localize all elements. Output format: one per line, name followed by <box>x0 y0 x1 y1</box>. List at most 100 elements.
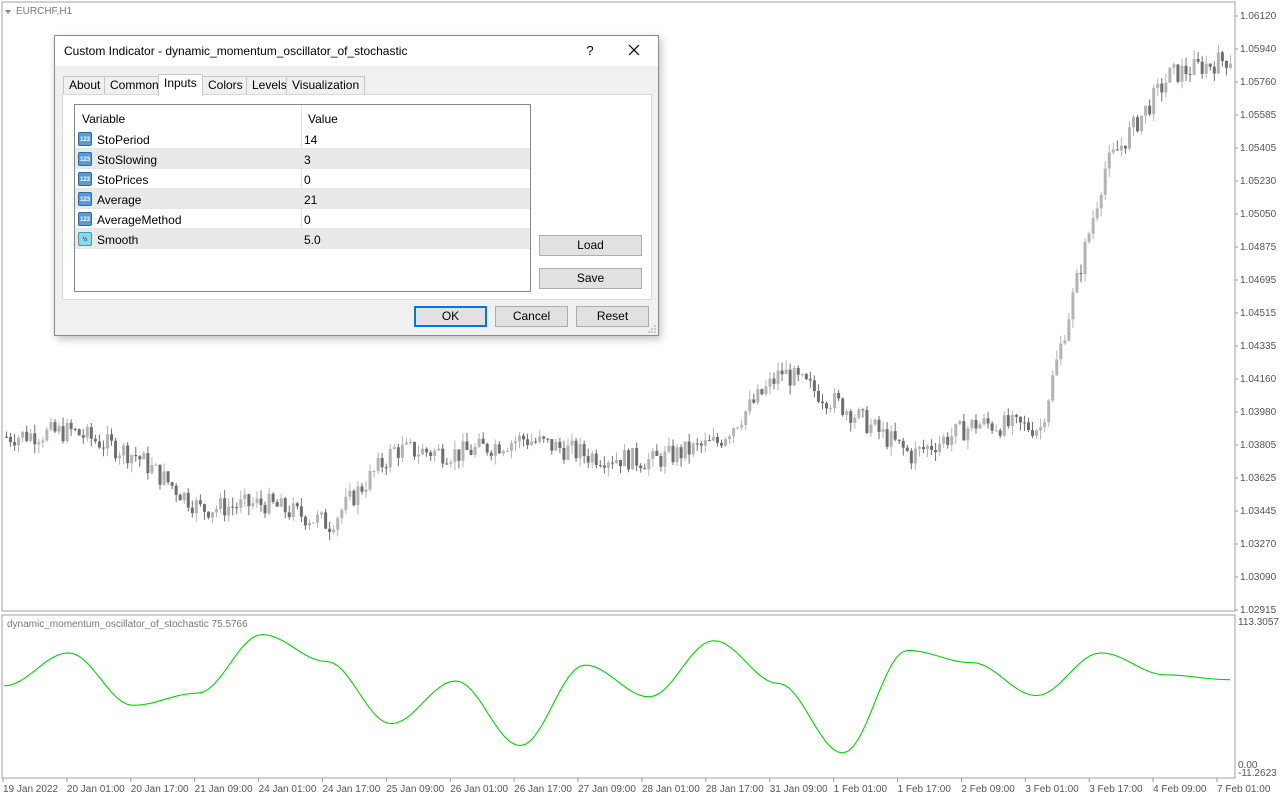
candle-body <box>267 493 271 514</box>
candle-body <box>1148 105 1152 115</box>
candle-body <box>837 393 841 399</box>
resize-grip-icon[interactable] <box>648 325 656 333</box>
candle-body <box>429 452 433 457</box>
param-value[interactable]: 21 <box>304 193 317 207</box>
candle-body <box>1196 59 1200 62</box>
tab-inputs[interactable]: Inputs <box>158 74 203 96</box>
candle-body <box>631 447 635 470</box>
candle-body <box>934 450 938 453</box>
candle-body <box>198 500 202 505</box>
close-button[interactable] <box>621 39 647 63</box>
param-name: StoPeriod <box>97 133 150 147</box>
candle-body <box>651 450 655 460</box>
param-value[interactable]: 0 <box>304 173 311 187</box>
candle-body <box>392 447 396 449</box>
candle-body <box>1002 415 1006 436</box>
candle-body <box>885 429 889 447</box>
candle-body <box>316 514 320 523</box>
param-row[interactable]: 123 Average 21 <box>75 189 530 209</box>
price-tick-label: 1.03445 <box>1240 506 1277 517</box>
candle-body <box>1204 63 1208 74</box>
candle-body <box>760 389 764 395</box>
param-row[interactable]: 123 StoPrices 0 <box>75 169 530 189</box>
grid-header: Variable Value <box>75 105 530 129</box>
param-value[interactable]: 14 <box>304 133 317 147</box>
candle-body <box>663 451 667 467</box>
candle-body <box>1043 422 1047 428</box>
candle-body <box>5 436 8 438</box>
price-tick-label: 1.04515 <box>1240 308 1277 319</box>
candle-body <box>566 445 570 460</box>
tab-visualization[interactable]: Visualization <box>286 76 366 95</box>
candle-body <box>154 464 158 466</box>
int-param-icon: 123 <box>78 132 92 146</box>
candle-body <box>134 455 138 457</box>
candle-body <box>1164 82 1168 93</box>
tab-common[interactable]: Common <box>104 76 165 95</box>
candle-body <box>578 444 582 459</box>
save-button[interactable]: Save <box>539 268 642 289</box>
candle-body <box>61 426 65 442</box>
candle-body <box>538 436 542 442</box>
candle-body <box>89 427 93 439</box>
candle-body <box>1228 63 1232 68</box>
price-tick-label: 1.05940 <box>1240 44 1277 55</box>
candle-body <box>110 434 114 441</box>
param-row[interactable]: ½ Smooth 5.0 <box>75 229 530 249</box>
candle-body <box>219 498 223 509</box>
candle-body <box>829 408 833 410</box>
param-row[interactable]: 123 StoSlowing 3 <box>75 149 530 169</box>
candle-body <box>659 455 663 467</box>
param-value[interactable]: 0 <box>304 213 311 227</box>
candle-body <box>473 446 477 455</box>
price-tick-label: 1.05760 <box>1240 77 1277 88</box>
price-tick-label: 1.03805 <box>1240 440 1277 451</box>
ok-button[interactable]: OK <box>414 306 487 327</box>
candle-body <box>404 442 408 445</box>
param-value[interactable]: 5.0 <box>304 233 321 247</box>
candle-body <box>17 437 21 446</box>
int-param-icon: 123 <box>78 192 92 206</box>
price-tick-label: 1.05050 <box>1240 209 1277 220</box>
candle-body <box>752 399 756 403</box>
candle-body <box>211 512 215 518</box>
candle-body <box>396 447 400 458</box>
candle-body <box>1160 83 1164 93</box>
candle-body <box>724 439 728 446</box>
time-tick-label: 3 Feb 17:00 <box>1089 784 1143 795</box>
candle-body <box>623 450 627 467</box>
load-button[interactable]: Load <box>539 235 642 256</box>
reset-button[interactable]: Reset <box>576 306 649 327</box>
candle-body <box>635 447 639 466</box>
candle-body <box>312 522 315 524</box>
candle-body <box>562 448 566 460</box>
price-tick-label: 1.03090 <box>1240 572 1277 583</box>
candle-body <box>849 411 853 423</box>
candle-body <box>861 409 865 411</box>
candle-body <box>586 456 590 463</box>
param-value[interactable]: 3 <box>304 153 311 167</box>
indicator-axis-min: -11.2623 <box>1238 768 1277 779</box>
tab-colors[interactable]: Colors <box>202 76 249 95</box>
candle-body <box>1026 422 1030 431</box>
candle-body <box>477 438 481 447</box>
time-tick-label: 3 Feb 01:00 <box>1025 784 1079 795</box>
header-variable[interactable]: Variable <box>82 112 125 126</box>
candle-body <box>384 467 388 469</box>
candle-body <box>921 447 925 450</box>
param-row[interactable]: 123 StoPeriod 14 <box>75 129 530 149</box>
cancel-button[interactable]: Cancel <box>495 306 568 327</box>
candle-body <box>372 470 376 472</box>
tab-about[interactable]: About <box>63 76 107 95</box>
candle-body <box>796 368 800 375</box>
help-button[interactable]: ? <box>577 39 603 63</box>
dialog-titlebar[interactable]: Custom Indicator - dynamic_momentum_osci… <box>55 36 658 66</box>
candle-body <box>740 424 744 428</box>
candle-body <box>271 493 275 503</box>
header-value[interactable]: Value <box>308 112 338 126</box>
candle-body <box>231 506 235 508</box>
param-row[interactable]: 123 AverageMethod 0 <box>75 209 530 229</box>
candle-body <box>909 450 913 464</box>
candle-body <box>679 447 683 459</box>
candle-body <box>146 453 150 474</box>
